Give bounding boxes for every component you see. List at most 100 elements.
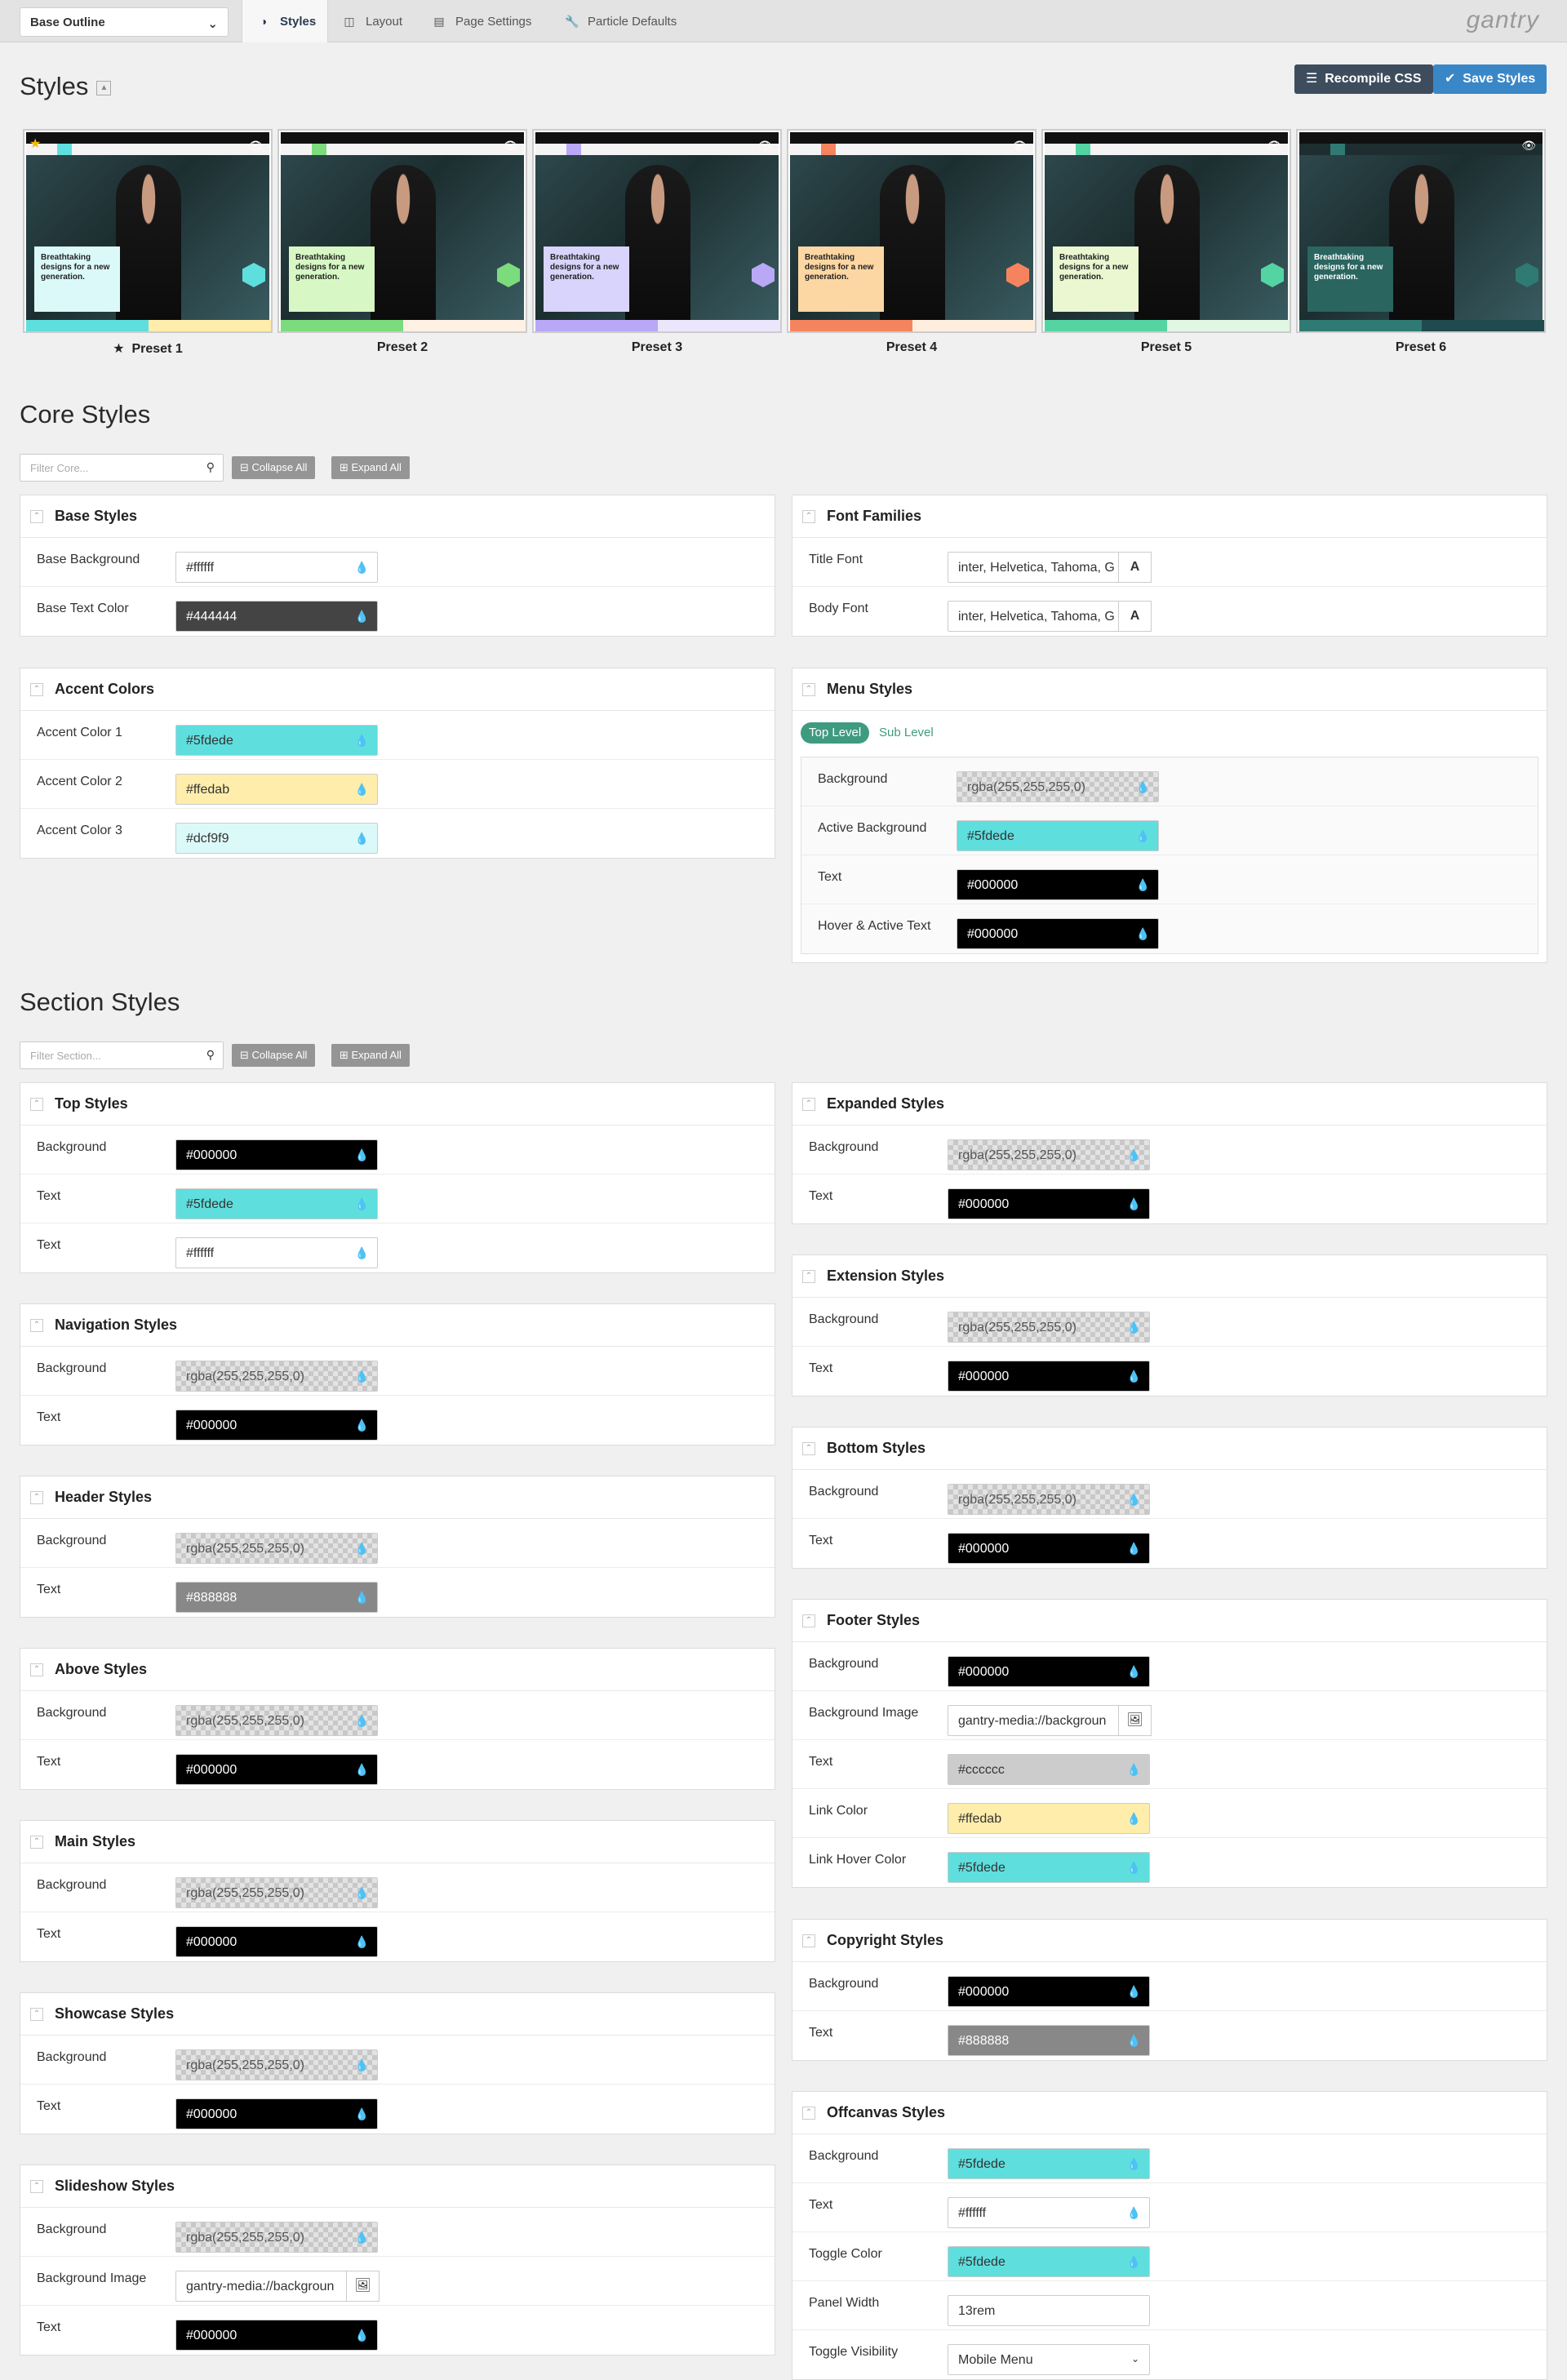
collapse-toggle[interactable]: ⌃ — [30, 1097, 43, 1111]
collapse-toggle[interactable]: ⌃ — [802, 2106, 815, 2120]
panel-width-input[interactable]: 13rem — [948, 2295, 1150, 2326]
color-drop-icon[interactable]: 💧 — [355, 1763, 369, 1777]
panel-header[interactable]: ⌃ Extension Styles — [792, 1255, 1547, 1298]
panel-header[interactable]: ⌃ Navigation Styles — [20, 1304, 775, 1347]
panel-header[interactable]: ⌃ Menu Styles — [792, 668, 1547, 711]
panel-header[interactable]: ⌃ Copyright Styles — [792, 1920, 1547, 1962]
collapse-toggle[interactable]: ⌃ — [30, 509, 43, 523]
color-drop-icon[interactable]: 💧 — [1127, 2206, 1141, 2220]
link-hover-color-color-field[interactable]: #5fdede 💧 — [948, 1852, 1150, 1883]
color-drop-icon[interactable]: 💧 — [1127, 1148, 1141, 1162]
background-color-field[interactable]: rgba(255,255,255,0) 💧 — [957, 771, 1159, 802]
color-drop-icon[interactable]: 💧 — [355, 832, 369, 846]
background-color-field[interactable]: rgba(255,255,255,0) 💧 — [175, 1705, 378, 1736]
image-picker-icon[interactable]: 🖼 — [347, 2271, 380, 2302]
panel-header[interactable]: ⌃ Footer Styles — [792, 1600, 1547, 1642]
background-color-field[interactable]: rgba(255,255,255,0) 💧 — [948, 1139, 1150, 1170]
preset-label[interactable]: Preset 2 — [277, 340, 527, 355]
panel-header[interactable]: ⌃ Header Styles — [20, 1476, 775, 1519]
text-color-field[interactable]: #5fdede 💧 — [175, 1188, 378, 1219]
color-drop-icon[interactable]: 💧 — [355, 610, 369, 624]
text-color-field[interactable]: #888888 💧 — [175, 1582, 378, 1613]
color-drop-icon[interactable]: 💧 — [1127, 1812, 1141, 1826]
tab-sub-level[interactable]: Sub Level — [871, 722, 942, 744]
text-color-field[interactable]: #000000 💧 — [175, 1754, 378, 1785]
link-color-color-field[interactable]: #ffedab 💧 — [948, 1803, 1150, 1834]
accent-color-3-color-field[interactable]: #dcf9f9 💧 — [175, 823, 378, 854]
preset-thumbnail[interactable]: Breathtaking designs for a new generatio… — [1041, 129, 1291, 333]
text-color-field[interactable]: #ffffff 💧 — [175, 1237, 378, 1268]
panel-header[interactable]: ⌃ Above Styles — [20, 1649, 775, 1691]
color-drop-icon[interactable]: 💧 — [355, 2058, 369, 2072]
background-color-field[interactable]: rgba(255,255,255,0) 💧 — [175, 2222, 378, 2253]
eye-icon[interactable]: 👁 — [1521, 139, 1536, 153]
accent-color-2-color-field[interactable]: #ffedab 💧 — [175, 774, 378, 805]
color-drop-icon[interactable]: 💧 — [1127, 1985, 1141, 1999]
filter-core-input[interactable]: Filter Core... ⚲ — [20, 454, 224, 482]
color-drop-icon[interactable]: 💧 — [1127, 1763, 1141, 1777]
background-color-field[interactable]: #000000 💧 — [948, 1656, 1150, 1687]
text-color-field[interactable]: #000000 💧 — [175, 1926, 378, 1957]
base-text-color-color-field[interactable]: #444444 💧 — [175, 601, 378, 632]
collapse-toggle[interactable]: ⌃ — [30, 2007, 43, 2021]
collapse-toggle[interactable]: ⌃ — [802, 509, 815, 523]
text-color-field[interactable]: #000000 💧 — [175, 2320, 378, 2351]
image-picker-icon[interactable]: 🖼 — [1119, 1705, 1152, 1736]
color-drop-icon[interactable]: 💧 — [355, 1148, 369, 1162]
collapse-toggle[interactable]: ⌃ — [30, 1490, 43, 1504]
color-drop-icon[interactable]: 💧 — [355, 1370, 369, 1383]
color-drop-icon[interactable]: 💧 — [355, 1591, 369, 1605]
tab-particle-defaults[interactable]: 🔧 Particle Defaults — [565, 0, 677, 42]
save-styles-button[interactable]: ✔ Save Styles — [1433, 64, 1547, 94]
panel-header[interactable]: ⌃ Top Styles — [20, 1083, 775, 1126]
color-drop-icon[interactable]: 💧 — [355, 1714, 369, 1728]
color-drop-icon[interactable]: 💧 — [355, 2231, 369, 2245]
collapse-toggle[interactable]: ⌃ — [802, 1934, 815, 1947]
eye-icon[interactable]: 👁 — [1012, 139, 1027, 153]
panel-header[interactable]: ⌃ Main Styles — [20, 1821, 775, 1863]
collapse-toggle[interactable]: ⌃ — [802, 1269, 815, 1283]
color-drop-icon[interactable]: 💧 — [355, 1886, 369, 1900]
font-picker-icon[interactable]: A — [1119, 601, 1152, 632]
color-drop-icon[interactable]: 💧 — [355, 783, 369, 797]
preset-label[interactable]: Preset 3 — [532, 340, 782, 355]
tab-layout[interactable]: ◫ Layout — [343, 0, 402, 42]
color-drop-icon[interactable]: 💧 — [1127, 1665, 1141, 1679]
preset-label[interactable]: Preset 4 — [787, 340, 1037, 355]
background-image-input[interactable]: gantry-media://backgroun — [175, 2271, 347, 2302]
eye-icon[interactable]: 👁 — [757, 139, 772, 153]
color-drop-icon[interactable]: 💧 — [355, 1419, 369, 1432]
preset-label[interactable]: ★ Preset 1 — [23, 340, 273, 357]
preset-thumbnail[interactable]: Breathtaking designs for a new generatio… — [277, 129, 527, 333]
panel-header[interactable]: ⌃ Font Families — [792, 495, 1547, 538]
color-drop-icon[interactable]: 💧 — [1127, 2034, 1141, 2048]
color-drop-icon[interactable]: 💧 — [355, 1542, 369, 1556]
collapse-all-button[interactable]: ⊟ Collapse All — [232, 1044, 316, 1067]
text-color-field[interactable]: #cccccc 💧 — [948, 1754, 1150, 1785]
text-color-field[interactable]: #000000 💧 — [175, 1410, 378, 1441]
color-drop-icon[interactable]: 💧 — [355, 1935, 369, 1949]
panel-header[interactable]: ⌃ Base Styles — [20, 495, 775, 538]
collapse-all-button[interactable]: ⊟ Collapse All — [232, 456, 316, 479]
background-color-field[interactable]: rgba(255,255,255,0) 💧 — [948, 1312, 1150, 1343]
color-drop-icon[interactable]: 💧 — [1127, 1542, 1141, 1556]
color-drop-icon[interactable]: 💧 — [1127, 2255, 1141, 2269]
text-color-field[interactable]: #000000 💧 — [948, 1188, 1150, 1219]
expand-all-button[interactable]: ⊞ Expand All — [331, 456, 410, 479]
background-color-field[interactable]: rgba(255,255,255,0) 💧 — [175, 1533, 378, 1564]
background-color-field[interactable]: rgba(255,255,255,0) 💧 — [175, 1877, 378, 1908]
color-drop-icon[interactable]: 💧 — [1127, 1861, 1141, 1875]
text-color-field[interactable]: #ffffff 💧 — [948, 2197, 1150, 2228]
color-drop-icon[interactable]: 💧 — [355, 1246, 369, 1260]
collapse-toggle[interactable]: ⌃ — [802, 1097, 815, 1111]
toggle-visibility-select[interactable]: Mobile Menu ⌄ — [948, 2344, 1150, 2375]
color-drop-icon[interactable]: 💧 — [355, 1197, 369, 1211]
base-background-color-field[interactable]: #ffffff 💧 — [175, 552, 378, 583]
collapse-toggle[interactable]: ⌃ — [30, 682, 43, 696]
color-drop-icon[interactable]: 💧 — [1127, 1370, 1141, 1383]
tab-styles[interactable]: ◑ Styles — [242, 0, 328, 42]
panel-header[interactable]: ⌃ Expanded Styles — [792, 1083, 1547, 1126]
preset-thumbnail[interactable]: Breathtaking designs for a new generatio… — [787, 129, 1037, 333]
preset-thumbnail[interactable]: Breathtaking designs for a new generatio… — [23, 129, 273, 333]
panel-header[interactable]: ⌃ Bottom Styles — [792, 1428, 1547, 1470]
